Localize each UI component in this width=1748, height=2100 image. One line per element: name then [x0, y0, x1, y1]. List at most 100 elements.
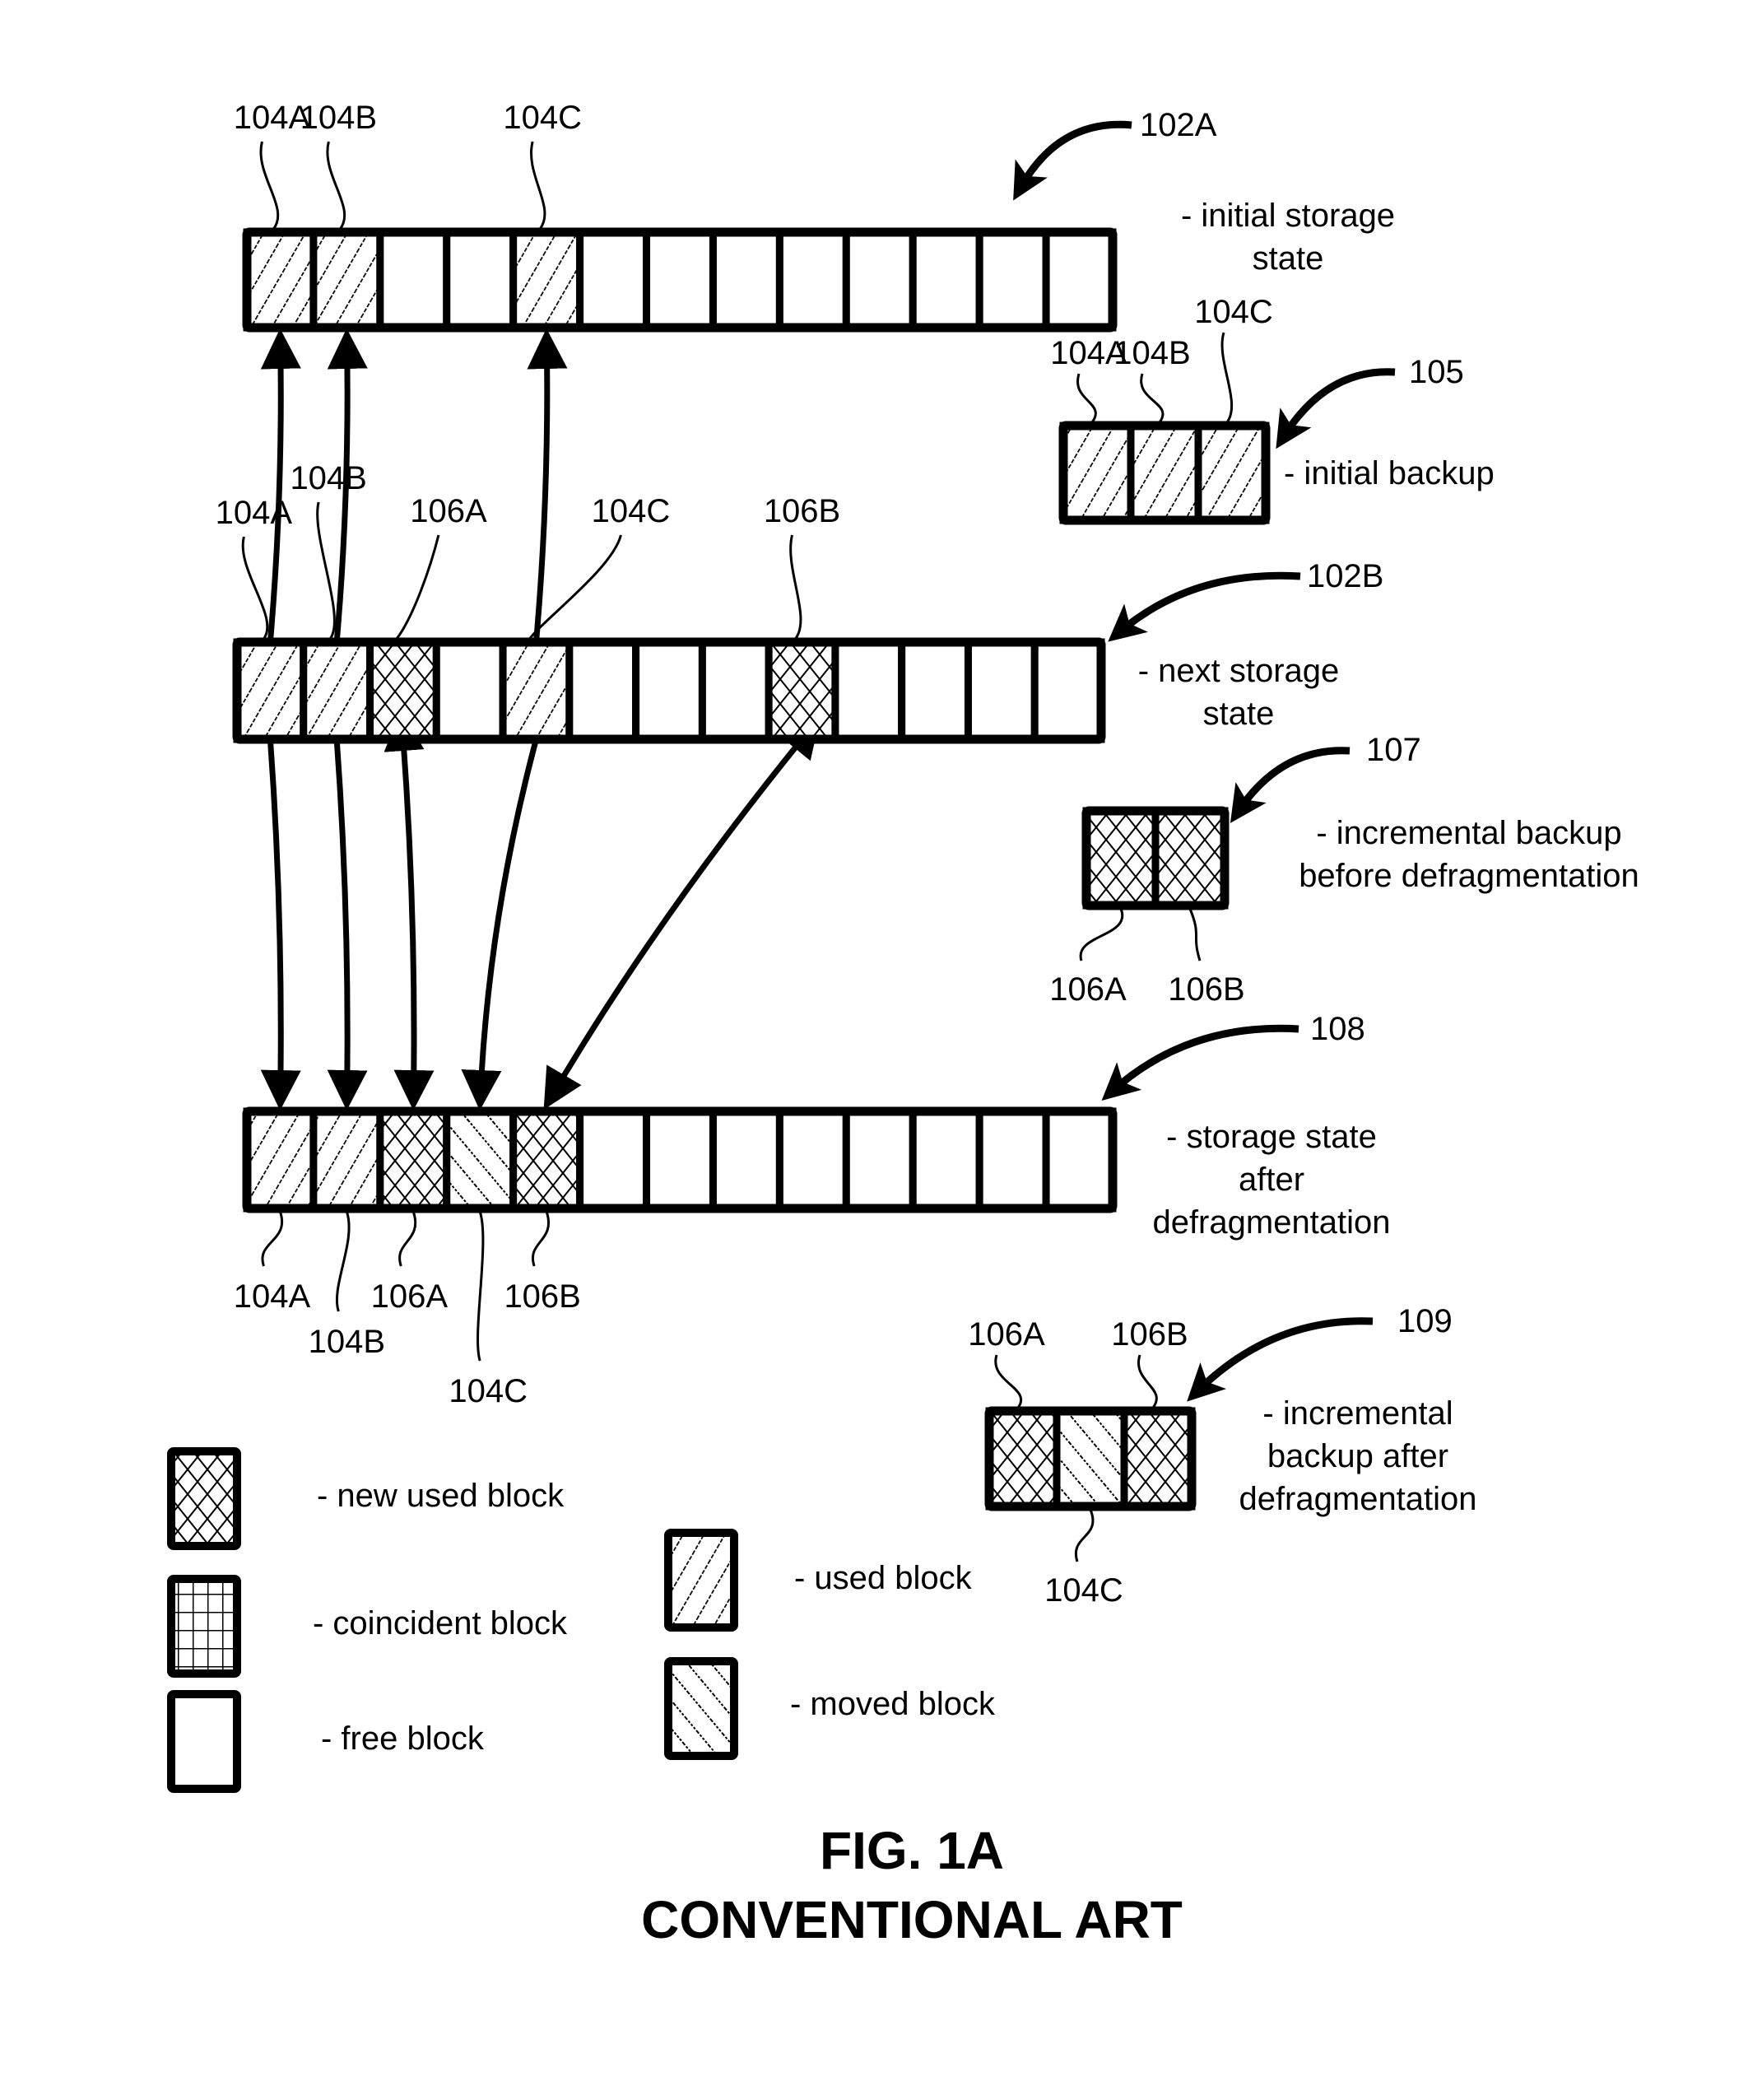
reference-arrow: [1013, 120, 1132, 201]
block-ref-label: 106A: [410, 493, 487, 529]
block-used: [499, 638, 574, 743]
reference-numeral: 107: [1366, 732, 1421, 768]
patent-figure-canvas: 104A 104B 104C 102A - initial storage state 10…: [167, 100, 1639, 1949]
legend-item-coincident: - coincident block: [167, 1575, 568, 1678]
block-free: [643, 1107, 717, 1213]
leader-line: [530, 141, 546, 230]
reference-arrow: [1187, 1317, 1374, 1402]
reference-arrow: [1101, 1024, 1299, 1101]
leader-line: [261, 1211, 283, 1267]
block-ref-label: 106A: [968, 1316, 1045, 1353]
mapping-arrow-102B-1-to-108-1: [327, 738, 368, 1111]
block-used: [1194, 421, 1270, 524]
figure-title: FIG. 1A: [820, 1821, 1004, 1880]
block-free: [1042, 1107, 1117, 1213]
block-ref-label: 106B: [504, 1278, 580, 1315]
storage-row-108: 104A 104B 106A 104C 106B 108 - storage state af…: [234, 1011, 1391, 1409]
block-free: [842, 228, 917, 332]
legend-item-used: - used block: [664, 1529, 973, 1632]
row-description: state: [1203, 696, 1275, 732]
block-free: [1030, 638, 1105, 743]
reference-numeral: 102B: [1307, 558, 1383, 594]
legend-swatch-new: [167, 1447, 241, 1550]
block-new: [366, 638, 440, 743]
block-ref-label: 106B: [764, 493, 840, 529]
figure-subtitle: CONVENTIONAL ART: [641, 1890, 1183, 1949]
legend-label: - free block: [321, 1721, 485, 1757]
leader-line: [335, 1211, 351, 1312]
block-ref-label: 104C: [449, 1373, 528, 1409]
block-new: [765, 638, 839, 743]
legend: - new used block - coincident block - free…: [167, 1447, 996, 1793]
block-free: [842, 1107, 917, 1213]
leader-line: [1079, 908, 1124, 962]
backup-description: backup after: [1267, 1438, 1448, 1474]
leader-line: [259, 141, 280, 230]
row-description: - initial storage: [1181, 198, 1395, 234]
leader-line: [532, 1211, 550, 1267]
leader-line: [789, 534, 802, 640]
backup-description: defragmentation: [1239, 1481, 1476, 1517]
block-free: [632, 638, 706, 743]
block-new: [509, 1107, 584, 1213]
leader-line: [1220, 332, 1234, 423]
block-free: [376, 228, 451, 332]
block-new: [1151, 807, 1229, 910]
backup-description: - incremental: [1262, 1395, 1453, 1432]
block-used: [243, 228, 318, 332]
backup-description: before defragmentation: [1299, 858, 1639, 894]
leader-line: [398, 1211, 417, 1267]
block-free: [975, 228, 1050, 332]
reference-numeral: 105: [1409, 354, 1464, 390]
legend-swatch-coincident: [167, 1575, 241, 1678]
block-ref-label: 104A: [234, 100, 311, 136]
row-description: - storage state: [1166, 1119, 1377, 1155]
block-free: [576, 1107, 651, 1213]
block-free: [432, 638, 507, 743]
block-free: [909, 1107, 983, 1213]
legend-swatch-moved: [664, 1657, 738, 1760]
block-moved: [1053, 1407, 1128, 1511]
block-new: [1120, 1407, 1196, 1511]
block-free: [1042, 228, 1117, 332]
block-used: [300, 638, 374, 743]
block-free: [831, 638, 906, 743]
backup-107: 106A 106B 107 - incremental backup before de…: [1049, 732, 1639, 1008]
figure-caption: FIG. 1A CONVENTIONAL ART: [641, 1821, 1183, 1949]
leader-line: [1140, 373, 1165, 423]
block-used: [233, 638, 308, 743]
backup-boxes: 104A104B104C105- initial backup106A 106B1…: [968, 294, 1639, 1609]
block-new: [1082, 807, 1160, 910]
legend-item-new: - new used block: [167, 1447, 565, 1550]
block-new: [985, 1407, 1061, 1511]
reference-numeral: 102A: [1140, 107, 1217, 143]
block-ref-label: 104C: [1194, 294, 1273, 330]
block-free: [709, 1107, 783, 1213]
block-ref-label: 106A: [1049, 971, 1127, 1008]
leader-line: [1188, 908, 1202, 962]
legend-item-moved: - moved block: [664, 1657, 996, 1760]
block-ref-label: 106A: [371, 1278, 449, 1315]
block-free: [775, 1107, 850, 1213]
leader-line: [994, 1354, 1022, 1409]
reference-arrow: [1276, 368, 1396, 449]
block-ref-label: 106B: [1111, 1316, 1188, 1353]
leader-line: [326, 141, 346, 230]
row-description: - next storage: [1138, 653, 1340, 689]
block-ref-label: 104A: [234, 1278, 311, 1315]
block-free: [709, 228, 783, 332]
block-ref-label: 106B: [1168, 971, 1244, 1008]
block-ref-label: 104C: [503, 100, 582, 136]
row-description: state: [1253, 240, 1324, 277]
block-free: [698, 638, 773, 743]
leader-line: [1074, 1509, 1095, 1562]
block-ref-label: 104B: [309, 1324, 385, 1360]
block-used: [309, 228, 384, 332]
leader-line: [241, 536, 269, 640]
block-ref-label: 104A: [216, 495, 293, 531]
block-free: [964, 638, 1039, 743]
block-used: [509, 228, 584, 332]
block-moved: [443, 1107, 518, 1213]
legend-item-free: - free block: [167, 1690, 485, 1793]
backup-105: 104A104B104C105- initial backup: [1050, 294, 1495, 525]
